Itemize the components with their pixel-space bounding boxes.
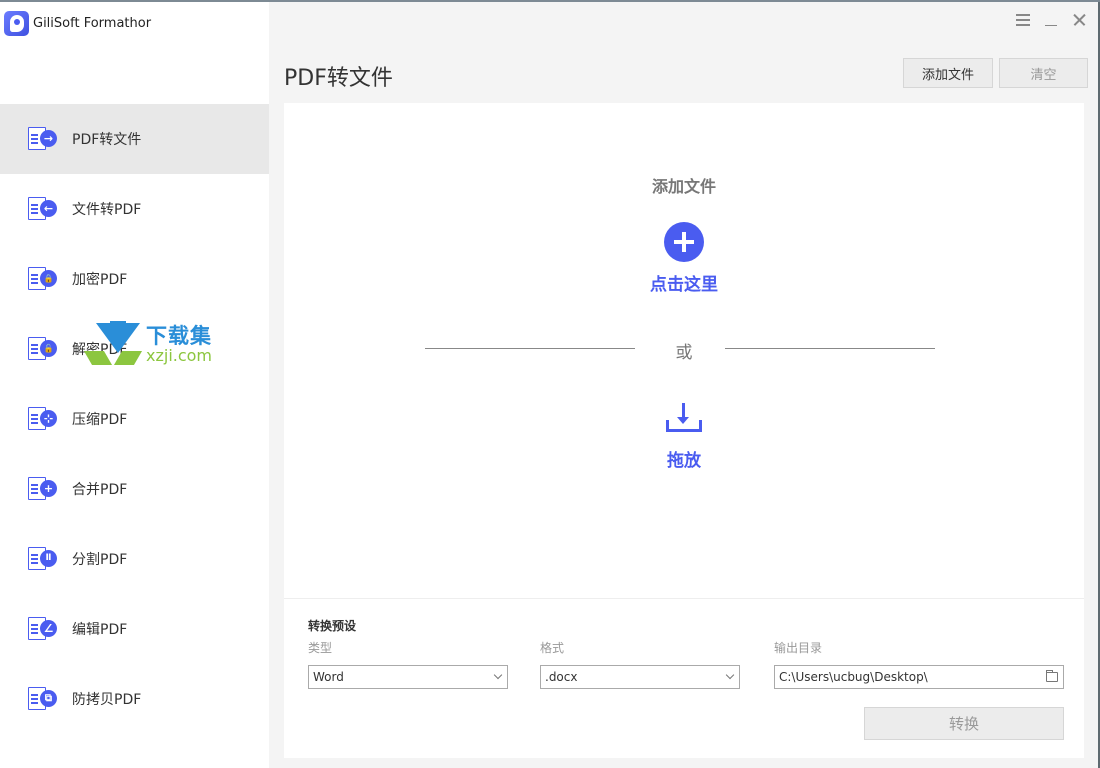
sidebar-item-split-pdf[interactable]: Ⅱ 分割PDF [0,524,269,594]
window-controls [1016,12,1086,28]
main-panel: 添加文件 点击这里 或 拖放 转换预设 类型 Word 格式 .docx 输出目… [284,103,1084,758]
format-value: .docx [545,670,578,684]
conversion-settings: 转换预设 类型 Word 格式 .docx 输出目录 C:\Users\ucbu… [284,598,1084,758]
sidebar-item-encrypt-pdf[interactable]: 🔒 加密PDF [0,244,269,314]
menu-icon[interactable] [1016,12,1030,28]
format-select[interactable]: .docx [540,665,740,689]
add-file-button[interactable]: 添加文件 [903,58,993,88]
format-label: 格式 [540,641,565,655]
compress-icon: ⊹ [27,406,59,432]
sidebar-item-pdf-to-file[interactable]: → PDF转文件 [0,104,269,174]
sidebar-item-label: 解密PDF [72,342,128,358]
or-divider: 或 [425,338,935,363]
type-value: Word [313,670,344,684]
drop-zone-title: 添加文件 [651,177,716,196]
pdf-to-file-icon: → [27,126,59,152]
convert-button[interactable]: 转换 [864,707,1064,740]
chevron-down-icon [493,670,503,680]
split-icon: Ⅱ [27,546,59,572]
download-tray-icon [666,403,702,433]
chevron-down-icon [725,670,735,680]
minimize-icon[interactable] [1044,12,1058,28]
sidebar-item-merge-pdf[interactable]: + 合并PDF [0,454,269,524]
sidebar-item-label: PDF转文件 [72,132,142,148]
unlock-icon: 🔓 [27,336,59,362]
app-title-bar: GiliSoft Formathor [4,8,151,38]
sidebar-item-label: 编辑PDF [72,622,128,638]
sidebar-item-label: 加密PDF [72,272,128,288]
add-circle-icon[interactable] [664,222,704,262]
drag-drop-label: 拖放 [667,451,701,471]
app-logo-icon [4,10,29,36]
output-dir-field[interactable]: C:\Users\ucbug\Desktop\ [774,665,1064,689]
sidebar-item-edit-pdf[interactable]: ∠ 编辑PDF [0,594,269,664]
output-dir-value: C:\Users\ucbug\Desktop\ [779,670,928,684]
app-window: GiliSoft Formathor → PDF转文件 ← 文件转PDF 🔒 加… [0,0,1100,768]
sidebar-nav: → PDF转文件 ← 文件转PDF 🔒 加密PDF 🔓 解密PDF ⊹ 压缩PD… [0,104,269,734]
file-to-pdf-icon: ← [27,196,59,222]
clear-button[interactable]: 清空 [999,58,1088,88]
output-dir-label: 输出目录 [774,641,823,655]
lock-icon: 🔒 [27,266,59,292]
sidebar-item-decrypt-pdf[interactable]: 🔓 解密PDF [0,314,269,384]
sidebar-item-label: 分割PDF [72,552,128,568]
or-text: 或 [675,343,693,363]
sidebar-item-label: 文件转PDF [72,202,142,218]
sidebar: GiliSoft Formathor → PDF转文件 ← 文件转PDF 🔒 加… [0,2,269,768]
edit-icon: ∠ [27,616,59,642]
sidebar-item-copy-protect-pdf[interactable]: ⧉ 防拷贝PDF [0,664,269,734]
sidebar-item-label: 防拷贝PDF [72,692,142,708]
divider-line [725,348,935,349]
app-name: GiliSoft Formathor [33,15,152,31]
page-title: PDF转文件 [284,66,393,91]
sidebar-item-label: 合并PDF [72,482,128,498]
sidebar-item-compress-pdf[interactable]: ⊹ 压缩PDF [0,384,269,454]
close-icon[interactable] [1072,12,1086,28]
sidebar-item-label: 压缩PDF [72,412,128,428]
type-select[interactable]: Word [308,665,508,689]
click-here-link[interactable]: 点击这里 [284,270,1084,295]
settings-title: 转换预设 [308,619,357,633]
folder-icon[interactable] [1046,670,1058,682]
merge-icon: + [27,476,59,502]
sidebar-item-file-to-pdf[interactable]: ← 文件转PDF [0,174,269,244]
drop-zone[interactable]: 添加文件 点击这里 或 拖放 [284,103,1084,598]
type-label: 类型 [308,641,333,655]
copy-protect-icon: ⧉ [27,686,59,712]
